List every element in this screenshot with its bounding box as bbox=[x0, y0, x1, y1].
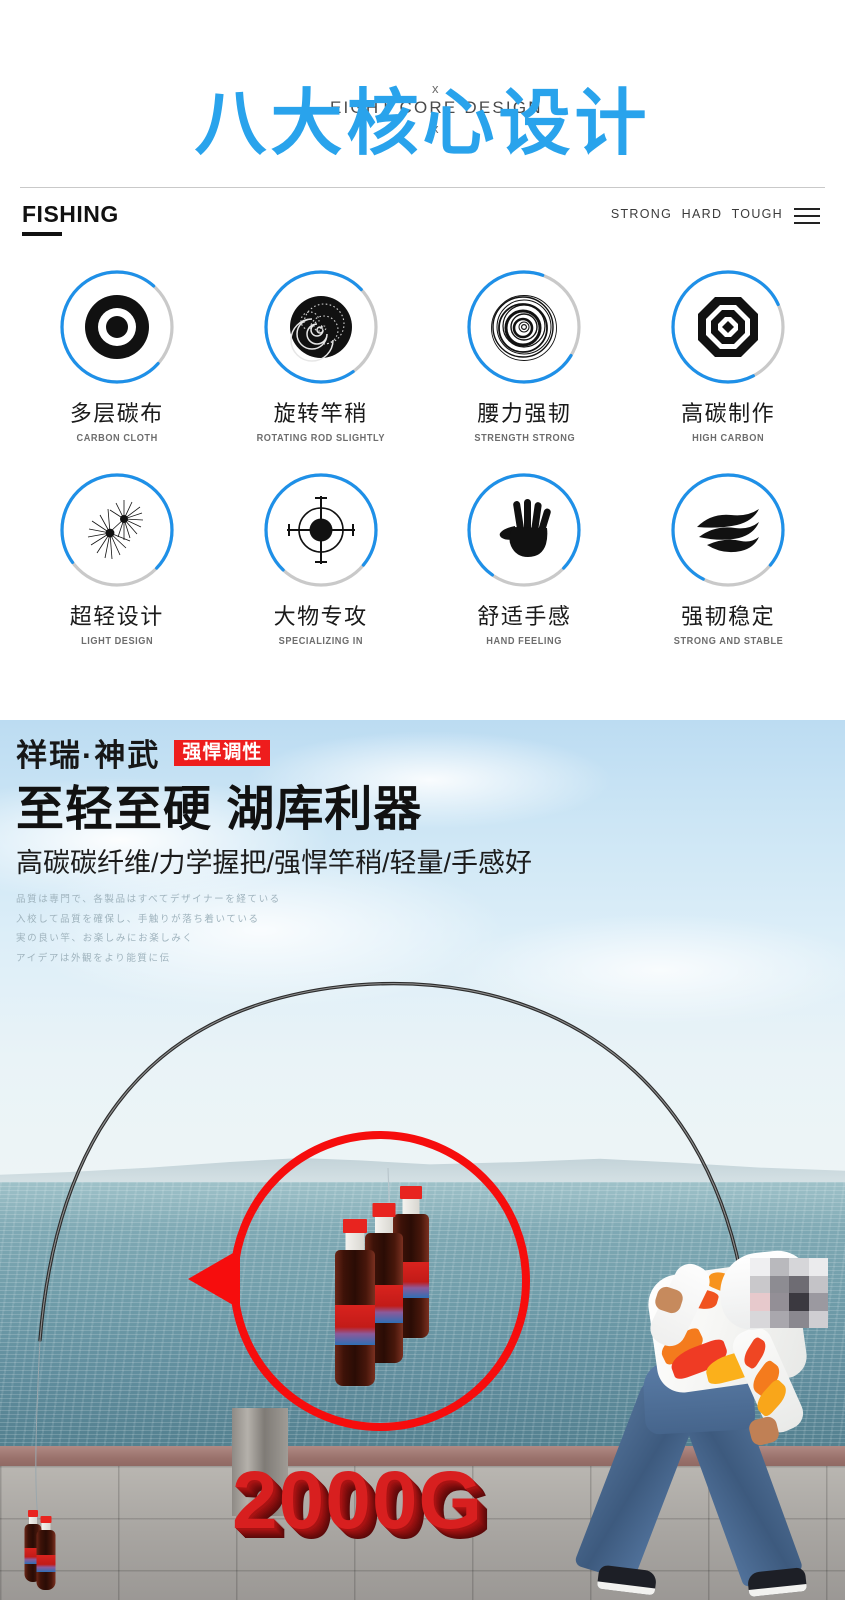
feature-ring bbox=[669, 471, 787, 589]
jp-line-2: 入校して品質を確保し、手触りが落ち着いている bbox=[16, 913, 260, 925]
navbar: FISHING STRONG HARD TOUGH bbox=[0, 196, 845, 248]
hamburger-icon[interactable] bbox=[794, 208, 820, 225]
feature-ring bbox=[465, 268, 583, 386]
hero-japanese-copy: 品質は専門で、各製品はすべてデザイナーを経ている 入校して品質を確保し、手触りが… bbox=[16, 890, 636, 968]
hero-brand-name: 祥瑞·神武 bbox=[16, 738, 161, 773]
feature-title: 腰力强韧 bbox=[477, 401, 572, 426]
jp-line-1: 品質は専門で、各製品はすべてデザイナーを経ている bbox=[16, 894, 281, 906]
brand-underline bbox=[22, 232, 62, 236]
feature-ring bbox=[262, 268, 380, 386]
feature-subtitle: LIGHT DESIGN bbox=[80, 636, 153, 648]
feature-subtitle: HIGH CARBON bbox=[692, 433, 765, 445]
fisherman-figure bbox=[573, 1230, 845, 1600]
feature-item-specializing-in[interactable]: 大物专攻 SPECIALIZING IN bbox=[234, 471, 408, 647]
feature-item-strength-strong[interactable]: 腰力强韧 STRENGTH STRONG bbox=[437, 268, 611, 444]
feature-subtitle: ROTATING ROD SLIGHTLY bbox=[256, 433, 385, 445]
fisherman-left-shoe bbox=[596, 1564, 658, 1596]
hero-brand-row: 祥瑞·神武 强悍调性 bbox=[16, 730, 636, 775]
feature-subtitle: STRENGTH STRONG bbox=[473, 433, 575, 445]
cola-bottle-front bbox=[334, 1219, 376, 1387]
jp-line-4: アイデアは外観をより能質に伝 bbox=[16, 952, 171, 964]
callout-pointer bbox=[188, 1249, 240, 1309]
page-title: 八大核心设计 bbox=[194, 84, 651, 164]
crosshair-icon bbox=[262, 471, 380, 589]
header-divider bbox=[20, 187, 825, 188]
feature-ring bbox=[58, 268, 176, 386]
brand-logo: FISHING bbox=[22, 201, 119, 227]
feature-title: 舒适手感 bbox=[477, 604, 572, 630]
nav-tagline: STRONG HARD TOUGH bbox=[610, 207, 783, 221]
feature-item-light-design[interactable]: 超轻设计 LIGHT DESIGN bbox=[30, 471, 204, 647]
burst-rays-icon bbox=[58, 471, 176, 589]
feature-ring bbox=[58, 471, 176, 589]
tonality-badge: 强悍调性 bbox=[174, 739, 271, 766]
feature-subtitle: CARBON CLOTH bbox=[76, 433, 158, 445]
feature-item-rotating-rod[interactable]: 旋转竿稍 ROTATING ROD SLIGHTLY bbox=[234, 268, 408, 444]
feature-title: 旋转竿稍 bbox=[273, 401, 368, 426]
feature-item-carbon-cloth[interactable]: 多层碳布 CARBON CLOTH bbox=[30, 268, 204, 444]
pixelated-face-overlay bbox=[750, 1258, 828, 1328]
feature-title: 超轻设计 bbox=[69, 604, 164, 630]
fisherman-right-shoe bbox=[746, 1567, 808, 1597]
feature-subtitle: HAND FEELING bbox=[486, 636, 563, 648]
hero-headline: 至轻至硬 湖库利器 bbox=[16, 783, 423, 836]
feature-item-high-carbon[interactable]: 高碳制作 HIGH CARBON bbox=[641, 268, 815, 444]
hand-palm-icon bbox=[465, 471, 583, 589]
magnifier-callout bbox=[188, 1131, 530, 1431]
feature-grid: 多层碳布 CARBON CLOTH 旋转竿稍 ROTATING ROD SLIG… bbox=[0, 268, 845, 647]
feature-row-2: 超轻设计 LIGHT DESIGN 大物专攻 SPECIALIZING IN 舒… bbox=[0, 471, 845, 647]
feature-ring bbox=[465, 471, 583, 589]
feature-title: 强韧稳定 bbox=[681, 604, 776, 630]
jp-line-3: 実の良い竿、お楽しみにお楽しみく bbox=[16, 933, 194, 945]
feature-subtitle: SPECIALIZING IN bbox=[278, 636, 363, 648]
concentric-target-icon bbox=[58, 268, 176, 386]
feature-row-1: 多层碳布 CARBON CLOTH 旋转竿稍 ROTATING ROD SLIG… bbox=[0, 268, 845, 444]
feature-title: 高碳制作 bbox=[681, 401, 776, 426]
ripple-rings-icon bbox=[465, 268, 583, 386]
feature-ring bbox=[669, 268, 787, 386]
flowing-waves-icon bbox=[669, 471, 787, 589]
weight-label: 2000G bbox=[232, 1455, 484, 1546]
octagon-layers-icon bbox=[669, 268, 787, 386]
feature-item-strong-stable[interactable]: 强韧稳定 STRONG AND STABLE bbox=[641, 471, 815, 647]
core-design-section: x EIGHT CORE DESIGN x 八大核心设计 FISHING STR… bbox=[0, 0, 845, 720]
feature-item-hand-feeling[interactable]: 舒适手感 HAND FEELING bbox=[437, 471, 611, 647]
feature-title: 大物专攻 bbox=[273, 604, 368, 630]
hero-banner: 祥瑞·神武 强悍调性 至轻至硬 湖库利器 高碳碳纤维/力学握把/强悍竿稍/轻量/… bbox=[0, 720, 845, 1600]
cola-bottle-small-front bbox=[36, 1516, 56, 1590]
feature-subtitle: STRONG AND STABLE bbox=[673, 636, 783, 648]
hero-subheadline: 高碳碳纤维/力学握把/强悍竿稍/轻量/手感好 bbox=[16, 848, 533, 879]
feature-title: 多层碳布 bbox=[69, 401, 164, 426]
spiral-disc-icon bbox=[262, 268, 380, 386]
hero-copy: 祥瑞·神武 强悍调性 至轻至硬 湖库利器 高碳碳纤维/力学握把/强悍竿稍/轻量/… bbox=[16, 730, 636, 968]
feature-ring bbox=[262, 471, 380, 589]
